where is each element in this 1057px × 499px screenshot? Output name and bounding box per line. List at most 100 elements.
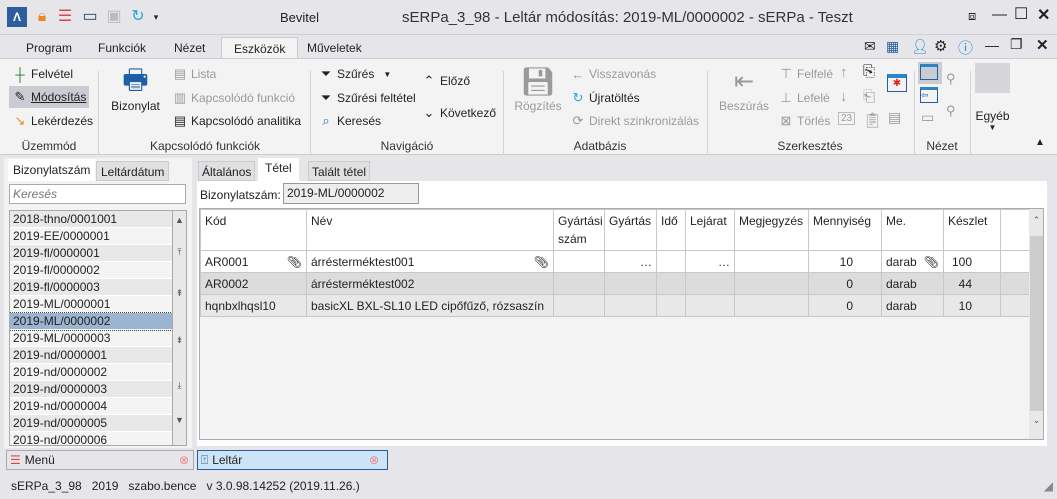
panel-icon[interactable]: ▭ [921,109,934,126]
elozo-button[interactable]: ⌃ Előző [421,71,470,91]
leltar-tab[interactable]: ⍐ Leltár ⊗ [197,450,388,470]
cell-me[interactable]: 📎︎ darab [881,250,944,273]
tab-bizonylatszam[interactable]: Bizonylatszám [8,159,96,181]
scroll-up-icon[interactable]: ⌃ [1029,215,1043,226]
page-down-icon[interactable]: ⇟ [173,335,186,346]
bizonylat-button[interactable]: 🖶︎ Bizonylat [108,63,163,113]
doc-number-field[interactable]: 2019-ML/0000002 [283,183,419,204]
save-icon[interactable]: ▣ [104,7,124,27]
cell-me[interactable]: darab [881,294,944,317]
cell-keszlet[interactable]: 44 [943,272,1001,295]
calculator-icon[interactable]: ▦ [886,38,899,55]
close-tab-icon[interactable]: ⊗ [369,453,379,467]
table-row[interactable]: 📎︎ AR0001 📎︎ árrésterméktest001 … … 10 📎︎ d… [200,250,1030,273]
cell-mennyiseg[interactable]: 0 [808,294,882,317]
new-window-icon[interactable]: ✱ [887,74,907,92]
quick-access-dropdown-icon[interactable]: ▾ [146,7,166,27]
col-ido[interactable]: Idő [656,209,686,251]
cell-ido[interactable] [656,250,686,273]
tab-tetel[interactable]: Tétel [258,158,299,182]
close-tab-icon[interactable]: ⊗ [179,453,189,467]
modositas-button[interactable]: ✎ Módosítás [9,86,90,108]
col-gyartas[interactable]: Gyártás [604,209,657,251]
menu-tab[interactable]: ☰ Menü ⊗ [6,450,194,470]
scroll-up-icon[interactable]: ▲ [173,215,186,225]
col-nev[interactable]: Név [306,209,554,251]
kereses-button[interactable]: ⌕ Keresés [318,111,381,131]
cell-keszlet[interactable]: 100 [943,250,1001,273]
cell-gyartasi-szam[interactable] [553,294,605,317]
maximize-button[interactable]: ☐ [1014,4,1028,24]
col-lejarat[interactable]: Lejárat [685,209,735,251]
list-item[interactable]: 2019-nd/0000001 [10,347,172,364]
felvetel-button[interactable]: ┼ Felvétel [12,64,73,84]
col-megjegyzes[interactable]: Megjegyzés [734,209,809,251]
tab-funkciok[interactable]: Funkciók [86,37,158,59]
cell-ido[interactable] [656,272,686,295]
tab-muveletek[interactable]: Műveletek [295,37,374,59]
lefele-button[interactable]: ⊥ Lefelé [778,88,829,108]
torles-button[interactable]: ⊠ Törlés [778,111,831,131]
list-item[interactable]: 2019-EE/0000001 [10,228,172,245]
collapse-ribbon-icon[interactable]: ▲ [1035,137,1045,148]
rogzites-button[interactable]: 💾︎ Rögzítés [512,65,564,113]
cell-megjegyzes[interactable] [734,294,809,317]
list-item[interactable]: 2019-ML/0000002 [10,312,172,331]
egyeb-button[interactable]: Egyéb ▼ [975,63,1010,155]
refresh-icon[interactable]: ↻ [128,7,148,27]
cell-gyartas[interactable] [604,294,657,317]
col-keszlet[interactable]: Készlet [943,209,1001,251]
minimize-button[interactable]: — [992,6,1007,23]
help-icon[interactable]: ⓘ [958,37,973,58]
attachment-icon[interactable]: 📎︎ [287,255,302,269]
grid-scrollbar[interactable]: ⌃ ⌄ [1029,209,1043,439]
table-row[interactable]: AR0002 árrésterméktest002 0 darab 44 [200,272,1030,295]
lekerdezes-button[interactable]: ↘ Lekérdezés [12,111,94,131]
cell-ido[interactable] [656,294,686,317]
attachment-icon[interactable]: 📎︎ [924,255,939,269]
list-item[interactable]: 2018-thno/0001001 [10,211,172,228]
kovetkezo-button[interactable]: ⌄ Következő [421,103,497,123]
panel-layout-button[interactable] [918,62,942,84]
ujratoltes-button[interactable]: ↻ Újratöltés [570,88,640,108]
mdi-minimize-button[interactable]: — [985,37,999,53]
direkt-szinkronizalas-button[interactable]: ⟳ Direkt szinkronizálás [570,111,700,131]
tree-clock-icon-2[interactable]: ⚲ [946,103,956,119]
list-item[interactable]: 2019-nd/0000006 [10,432,172,445]
list-item[interactable]: 2019-nd/0000004 [10,398,172,415]
szures-button[interactable]: ⏷ Szűrés ▼ [318,64,391,84]
tree-clock-icon[interactable]: ⚲ [946,71,956,87]
lista-button[interactable]: ▤ Lista [172,64,217,84]
tab-altalanos[interactable]: Általános [198,161,256,181]
cell-mennyiseg[interactable]: 10 [808,250,882,273]
search-input[interactable] [9,184,186,204]
form-settings-icon[interactable]: ▤ [888,109,901,126]
kapcsolodo-analitika-button[interactable]: ▤ Kapcsolódó analitika [172,111,301,131]
table-row[interactable]: hqnbxlhqsl10 basicXL BXL-SL10 LED cipőfű… [200,294,1030,317]
list-item[interactable]: 2019-fl/0000002 [10,262,172,279]
cell-gyartas[interactable] [604,272,657,295]
scroll-thumb[interactable] [1030,236,1043,411]
close-button[interactable]: ✕ [1037,5,1050,25]
cell-megjegyzes[interactable] [734,250,809,273]
gear-icon[interactable]: ⚙ [934,37,947,55]
tab-program[interactable]: Program [14,37,84,59]
cell-lejarat[interactable]: … [685,250,735,273]
mdi-restore-button[interactable]: ❐ [1010,36,1023,53]
tab-nezet[interactable]: Nézet [162,37,217,59]
scroll-bottom-icon[interactable]: ⤓ [173,380,186,391]
cell-kod[interactable]: AR0002 [200,272,307,295]
list-item[interactable]: 2019-fl/0000003 [10,279,172,296]
list-item[interactable]: 2019-ML/0000001 [10,296,172,313]
resize-grip-icon[interactable]: ◢ [1044,479,1053,493]
arrow-up-icon[interactable]: ↑ [840,64,848,81]
page-up-icon[interactable]: ⇞ [173,288,186,299]
col-kod[interactable]: Kód [200,209,307,251]
col-mennyiseg[interactable]: Mennyiség [808,209,882,251]
tab-talalt-tetel[interactable]: Talált tétel [308,161,371,181]
cell-gyartas[interactable]: … [604,250,657,273]
paste-icon[interactable]: ⎗ [863,88,875,105]
tab-eszkozok[interactable]: Eszközök [221,37,299,59]
list-item[interactable]: 2019-ML/0000003 [10,330,172,347]
cell-me[interactable]: darab [881,272,944,295]
